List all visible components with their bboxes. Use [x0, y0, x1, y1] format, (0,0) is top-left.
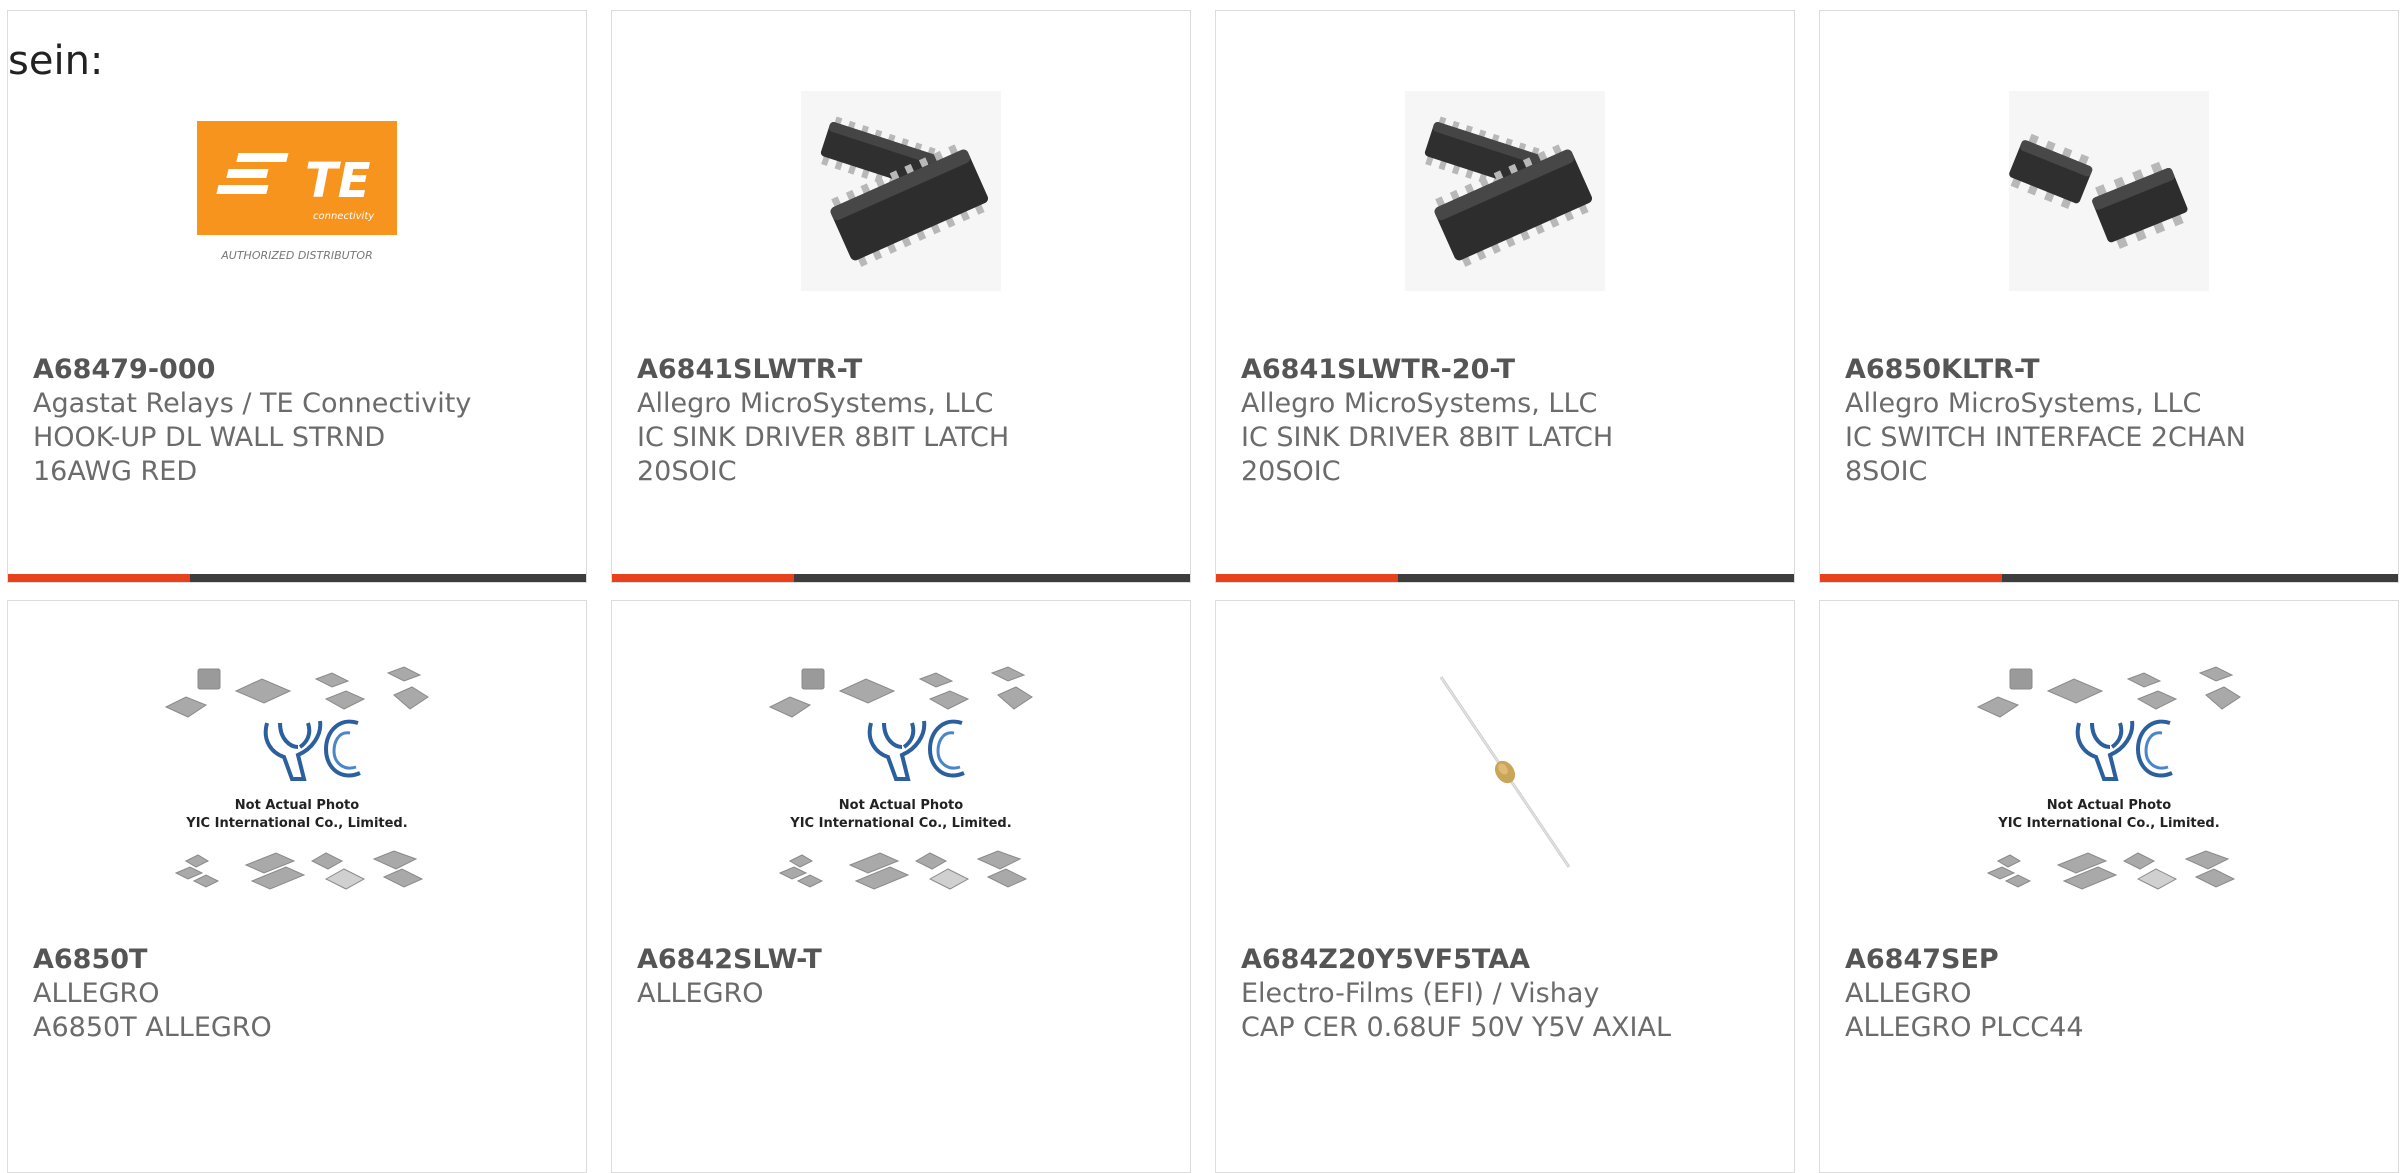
manufacturer: ALLEGRO: [637, 978, 764, 1009]
product-image: Not Actual Photo YIC International Co., …: [1820, 661, 2398, 901]
product-card[interactable]: A6841SLWTR-T Allegro MicroSystems, LLC I…: [611, 10, 1191, 583]
part-number[interactable]: A6850T: [33, 943, 566, 977]
yic-placeholder-image: Not Actual Photo YIC International Co., …: [769, 666, 1033, 890]
part-number[interactable]: A6842SLW-T: [637, 943, 1170, 977]
intro-text: sein:: [8, 38, 104, 84]
placeholder-line2: YIC International Co., Limited.: [185, 816, 407, 831]
manufacturer: ALLEGRO: [33, 978, 160, 1009]
placeholder-line1: Not Actual Photo: [2047, 798, 2171, 813]
product-image: [1216, 71, 1794, 311]
description: CAP CER 0.68UF 50V Y5V AXIAL: [1241, 1012, 1672, 1043]
part-number[interactable]: A6847SEP: [1845, 943, 2378, 977]
description: IC SINK DRIVER 8BIT LATCH 20SOIC: [1241, 422, 1614, 487]
product-card[interactable]: A6841SLWTR-20-T Allegro MicroSystems, LL…: [1215, 10, 1795, 583]
product-image: [1820, 71, 2398, 311]
product-image: TE connectivity AUTHORIZED DISTRIBUTOR: [8, 71, 586, 311]
description: HOOK-UP DL WALL STRND 16AWG RED: [33, 422, 386, 487]
card-bar-accent: [1820, 574, 2002, 582]
manufacturer: Allegro MicroSystems, LLC: [637, 388, 994, 419]
card-bar: [8, 574, 586, 582]
manufacturer: Allegro MicroSystems, LLC: [1845, 388, 2202, 419]
part-number[interactable]: A68479-000: [33, 353, 566, 387]
manufacturer: ALLEGRO: [1845, 978, 1972, 1009]
axial-capacitor-image: [1439, 676, 1571, 868]
product-card[interactable]: A6850KLTR-T Allegro MicroSystems, LLC IC…: [1819, 10, 2399, 583]
placeholder-line2: YIC International Co., Limited.: [1997, 816, 2219, 831]
product-image: [612, 71, 1190, 311]
te-logo-subtext: connectivity: [313, 211, 375, 222]
soic-20-chip-image: [1405, 91, 1605, 291]
product-image: [1216, 661, 1794, 901]
description: A6850T ALLEGRO: [33, 1012, 272, 1043]
soic-8-chip-image: [2009, 91, 2209, 291]
manufacturer: Allegro MicroSystems, LLC: [1241, 388, 1598, 419]
part-number[interactable]: A684Z20Y5VF5TAA: [1241, 943, 1774, 977]
yic-placeholder-image: Not Actual Photo YIC International Co., …: [1977, 666, 2241, 890]
product-card[interactable]: TE connectivity AUTHORIZED DISTRIBUTOR A…: [7, 10, 587, 583]
yic-placeholder-image: Not Actual Photo YIC International Co., …: [165, 666, 429, 890]
placeholder-line2: YIC International Co., Limited.: [789, 816, 1011, 831]
product-card[interactable]: Not Actual Photo YIC International Co., …: [7, 600, 587, 1173]
soic-20-chip-image: [801, 91, 1001, 291]
placeholder-line1: Not Actual Photo: [235, 798, 359, 813]
part-number[interactable]: A6841SLWTR-T: [637, 353, 1170, 387]
placeholder-line1: Not Actual Photo: [839, 798, 963, 813]
product-card[interactable]: A684Z20Y5VF5TAA Electro-Films (EFI) / Vi…: [1215, 600, 1795, 1173]
product-image: Not Actual Photo YIC International Co., …: [612, 661, 1190, 901]
card-bar-accent: [612, 574, 794, 582]
product-card[interactable]: Not Actual Photo YIC International Co., …: [611, 600, 1191, 1173]
manufacturer: Agastat Relays / TE Connectivity: [33, 388, 472, 419]
te-logo-caption: AUTHORIZED DISTRIBUTOR: [220, 249, 373, 262]
product-image: Not Actual Photo YIC International Co., …: [8, 661, 586, 901]
card-bar: [1216, 574, 1794, 582]
card-bar-accent: [1216, 574, 1398, 582]
part-number[interactable]: A6850KLTR-T: [1845, 353, 2378, 387]
description: ALLEGRO PLCC44: [1845, 1012, 2084, 1043]
card-bar-accent: [8, 574, 190, 582]
part-number[interactable]: A6841SLWTR-20-T: [1241, 353, 1774, 387]
te-logo-text: TE: [305, 153, 371, 209]
card-bar: [1820, 574, 2398, 582]
description: IC SWITCH INTERFACE 2CHAN 8SOIC: [1845, 422, 2246, 487]
manufacturer: Electro-Films (EFI) / Vishay: [1241, 978, 1600, 1009]
product-card[interactable]: Not Actual Photo YIC International Co., …: [1819, 600, 2399, 1173]
description: IC SINK DRIVER 8BIT LATCH 20SOIC: [637, 422, 1010, 487]
te-connectivity-logo: TE connectivity AUTHORIZED DISTRIBUTOR: [197, 121, 397, 262]
card-bar: [612, 574, 1190, 582]
